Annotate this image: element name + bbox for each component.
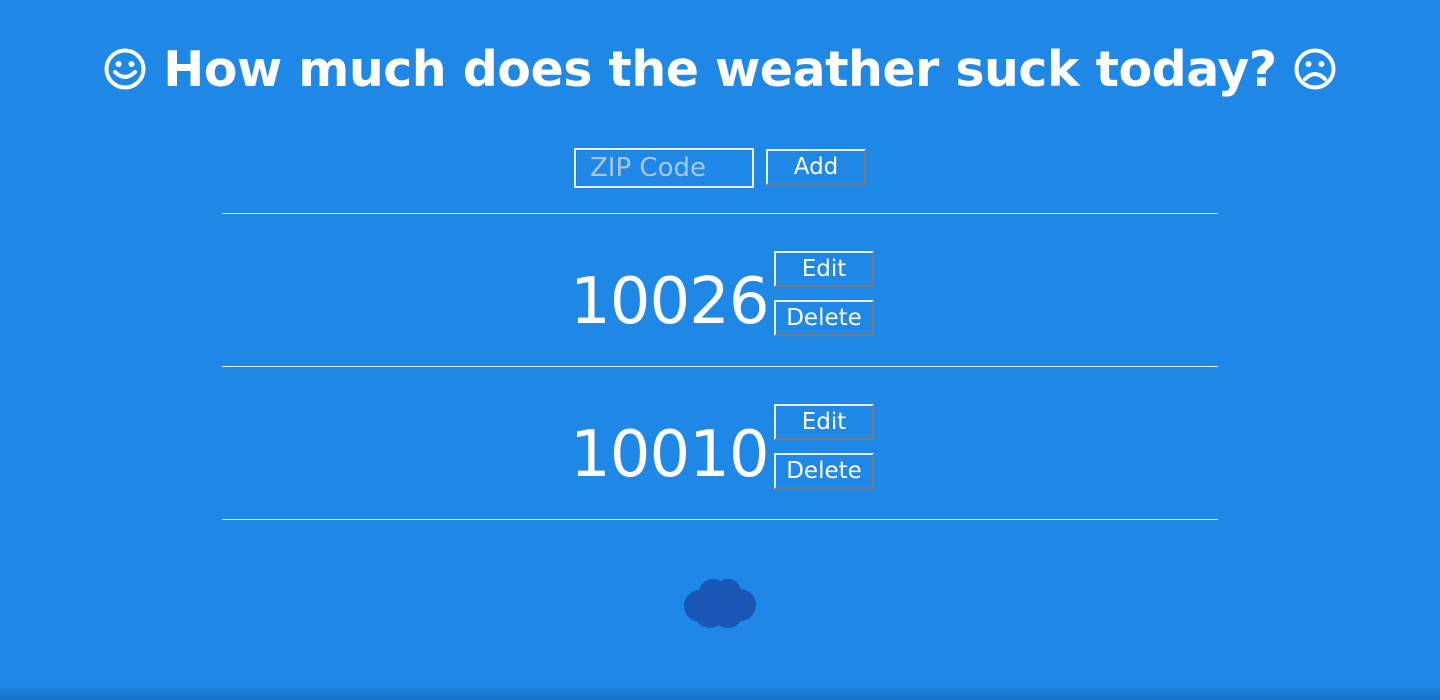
add-button[interactable]: Add — [766, 149, 866, 185]
app-page: How much does the weather suck today? Ad… — [0, 0, 1440, 700]
add-zip-form: Add — [574, 148, 866, 188]
delete-button[interactable]: Delete — [774, 453, 874, 489]
zip-code-label: 10026 — [570, 265, 770, 339]
divider — [222, 366, 1218, 367]
cloud-icon — [680, 574, 760, 634]
edit-button[interactable]: Edit — [774, 404, 874, 440]
bottom-shadow — [0, 686, 1440, 700]
page-title: How much does the weather suck today? — [0, 40, 1440, 100]
location-entry: 10026 Edit Delete — [0, 250, 1440, 350]
edit-button[interactable]: Edit — [774, 251, 874, 287]
location-entry: 10010 Edit Delete — [0, 403, 1440, 503]
smiley-face-icon — [103, 47, 147, 91]
zip-code-label: 10010 — [570, 418, 770, 492]
divider — [222, 519, 1218, 520]
page-title-text: How much does the weather suck today? — [163, 41, 1277, 98]
zip-code-input[interactable] — [574, 148, 754, 188]
divider — [222, 213, 1218, 214]
delete-button[interactable]: Delete — [774, 300, 874, 336]
frowning-face-icon — [1293, 47, 1337, 91]
